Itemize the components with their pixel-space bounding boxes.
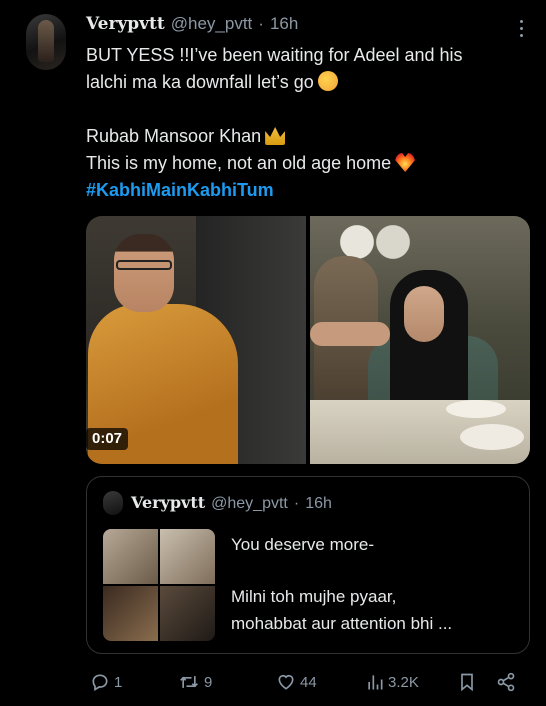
repost-icon bbox=[180, 676, 198, 688]
share-button[interactable] bbox=[496, 668, 516, 696]
quoted-tweet-text: You deserve more- Milni toh mujhe pyaar,… bbox=[231, 531, 521, 637]
bookmark-icon bbox=[461, 673, 473, 692]
quoted-line: mohabbat aur attention bhi ... bbox=[231, 614, 453, 633]
quoted-author-handle: @hey_pvtt bbox=[211, 495, 288, 512]
quoted-media-thumbnail bbox=[160, 529, 215, 584]
avatar-figure bbox=[38, 20, 54, 62]
repost-button[interactable]: 9 bbox=[178, 668, 212, 696]
quoted-line: You deserve more- bbox=[231, 535, 375, 554]
reply-button[interactable]: 1 bbox=[90, 668, 122, 696]
tweet-line: This is my home, not an old age home bbox=[86, 153, 392, 173]
quoted-header-separator: · bbox=[293, 495, 300, 512]
tweet-line: Rubab Mansoor Khan bbox=[86, 126, 262, 146]
like-button[interactable]: 44 bbox=[276, 668, 317, 696]
quoted-line: Milni toh mujhe pyaar, bbox=[231, 587, 397, 606]
quoted-media-grid bbox=[103, 529, 215, 641]
hashtag-link[interactable]: #KabhiMainKabhiTum bbox=[86, 180, 274, 200]
bookmark-button[interactable] bbox=[458, 668, 476, 696]
tweet-text: BUT YESS !!I’ve been waiting for Adeel a… bbox=[86, 42, 526, 204]
header-separator: · bbox=[258, 14, 264, 33]
views-icon bbox=[368, 675, 383, 690]
quoted-tweet-timestamp: 16h bbox=[305, 495, 332, 512]
quoted-author-avatar bbox=[103, 491, 123, 515]
reply-icon bbox=[92, 674, 108, 691]
tweet-action-bar: 1 9 44 3.2K bbox=[86, 668, 526, 696]
video-duration-badge: 0:07 bbox=[86, 428, 129, 450]
tweet-header: Verypvtt @hey_pvtt · 16h bbox=[86, 14, 298, 38]
quoted-tweet-header: Verypvtt @hey_pvtt · 16h bbox=[131, 493, 332, 513]
more-dots-icon[interactable] bbox=[518, 20, 524, 42]
video-media[interactable] bbox=[86, 216, 530, 464]
repost-count: 9 bbox=[204, 673, 213, 691]
quoted-media-thumbnail bbox=[103, 529, 158, 584]
quoted-author-display-name: Verypvtt bbox=[131, 493, 206, 512]
heart-icon bbox=[278, 674, 294, 690]
tweet-line: lalchi ma ka downfall let’s go bbox=[86, 72, 314, 92]
reply-count: 1 bbox=[114, 673, 123, 691]
share-icon bbox=[497, 672, 515, 692]
crown-emoji-icon bbox=[265, 127, 286, 145]
like-count: 44 bbox=[300, 673, 317, 691]
author-avatar[interactable] bbox=[26, 14, 66, 70]
views-count: 3.2K bbox=[388, 673, 419, 691]
party-face-emoji-icon bbox=[317, 71, 338, 91]
tweet-line: BUT YESS !!I’ve been waiting for Adeel a… bbox=[86, 45, 463, 65]
author-display-name[interactable]: Verypvtt bbox=[86, 14, 165, 34]
video-frame-left bbox=[86, 216, 306, 464]
quoted-tweet[interactable]: Verypvtt @hey_pvtt · 16h You deserve mor… bbox=[86, 476, 530, 654]
author-handle[interactable]: @hey_pvtt bbox=[171, 14, 253, 34]
quoted-media-thumbnail bbox=[160, 586, 215, 641]
quoted-media-thumbnail bbox=[103, 586, 158, 641]
video-frame-right bbox=[310, 216, 530, 464]
tweet-timestamp[interactable]: 16h bbox=[270, 14, 298, 34]
views-button[interactable]: 3.2K bbox=[366, 668, 419, 696]
heart-on-fire-emoji-icon bbox=[395, 153, 416, 172]
